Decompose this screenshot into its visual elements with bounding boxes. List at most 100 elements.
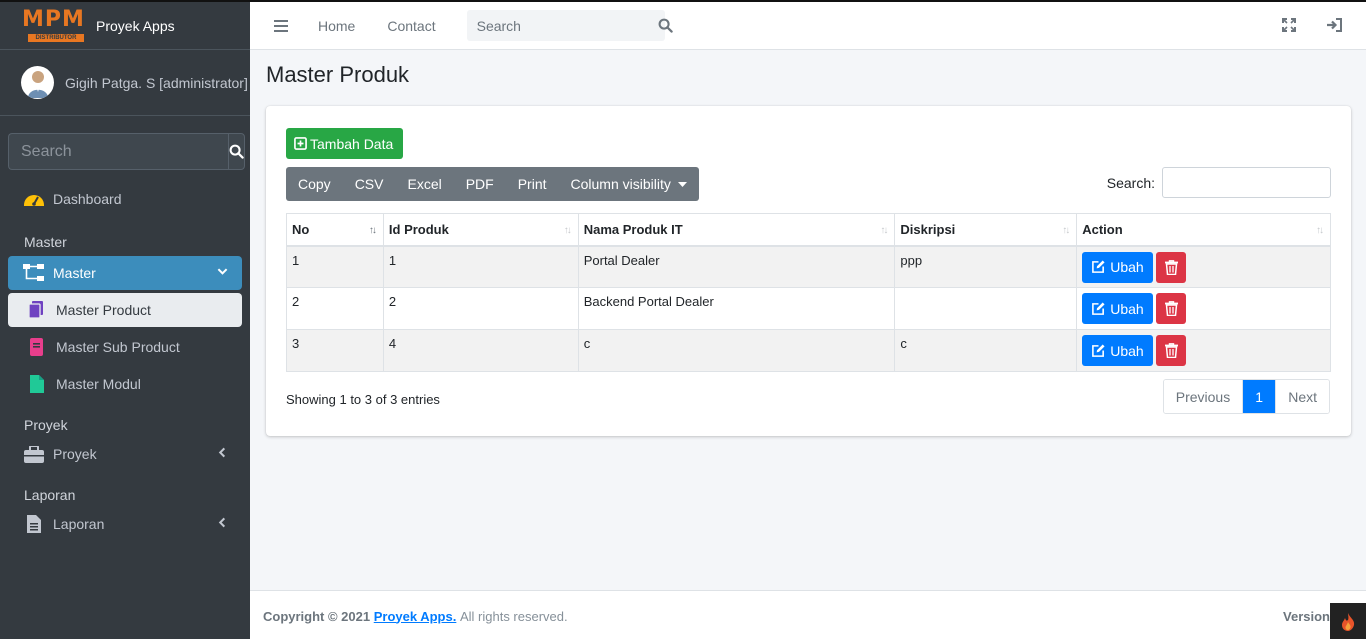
brand-link[interactable]: MPM DISTRIBUTOR Proyek Apps bbox=[0, 2, 250, 50]
table-row: 1 1 Portal Dealer ppp Ubah bbox=[286, 245, 1331, 288]
sidebar-item-label: Master Sub Product bbox=[56, 339, 180, 355]
delete-button[interactable] bbox=[1156, 293, 1187, 324]
sort-icon: ↑↓ bbox=[1316, 225, 1324, 236]
sign-in-icon[interactable] bbox=[1326, 18, 1342, 32]
column-header-id-produk[interactable]: Id Produk ↑↓ bbox=[382, 213, 579, 247]
top-search-input[interactable] bbox=[466, 10, 658, 41]
user-panel[interactable]: Gigih Patga. S [administrator] bbox=[0, 50, 250, 116]
csv-button[interactable]: CSV bbox=[343, 167, 396, 201]
nav-link-contact[interactable]: Contact bbox=[387, 18, 435, 34]
cell-diskripsi bbox=[894, 287, 1078, 330]
menu-toggle-icon[interactable] bbox=[274, 19, 288, 32]
column-header-no[interactable]: No ↑↓ bbox=[286, 213, 384, 247]
cell-diskripsi: ppp bbox=[894, 245, 1078, 288]
column-visibility-button[interactable]: Column visibility bbox=[559, 167, 699, 201]
sidebar-item-label: Master Product bbox=[56, 302, 151, 318]
cell-id-produk: 4 bbox=[382, 329, 579, 372]
nav-link-home[interactable]: Home bbox=[318, 18, 355, 34]
user-name: Gigih Patga. S [administrator] bbox=[65, 74, 248, 91]
add-data-button[interactable]: Tambah Data bbox=[286, 128, 404, 159]
cell-id-produk: 1 bbox=[382, 245, 579, 288]
file-icon bbox=[26, 374, 48, 394]
previous-page-button[interactable]: Previous bbox=[1163, 380, 1243, 413]
sidebar: MPM DISTRIBUTOR Proyek Apps Gigih Patga.… bbox=[0, 2, 250, 639]
fullscreen-icon[interactable] bbox=[1282, 18, 1296, 32]
column-header-action[interactable]: Action ↑↓ bbox=[1076, 213, 1331, 247]
sidebar-search-input[interactable] bbox=[8, 133, 228, 170]
master-submenu: Master Product Master Sub Product Master… bbox=[0, 293, 250, 401]
file-alt-icon bbox=[23, 514, 45, 534]
add-data-label: Tambah Data bbox=[310, 135, 394, 152]
table-row: 2 2 Backend Portal Dealer Ubah bbox=[286, 287, 1331, 330]
print-button[interactable]: Print bbox=[506, 167, 559, 201]
pagination: Previous 1 Next bbox=[1162, 379, 1330, 414]
top-search-button[interactable] bbox=[658, 10, 673, 41]
sidebar-item-label: Laporan bbox=[53, 516, 105, 532]
table-search: Search: bbox=[1107, 167, 1331, 198]
nav-header-proyek: Proyek bbox=[24, 417, 68, 433]
edit-button[interactable]: Ubah bbox=[1082, 251, 1153, 283]
rights-text: All rights reserved. bbox=[459, 608, 568, 624]
search-icon bbox=[229, 144, 244, 159]
column-header-nama-produk[interactable]: Nama Produk IT ↑↓ bbox=[577, 213, 896, 247]
avatar bbox=[21, 66, 54, 99]
next-page-button[interactable]: Next bbox=[1275, 380, 1329, 413]
app-name: Proyek Apps bbox=[96, 17, 175, 34]
excel-button[interactable]: Excel bbox=[395, 167, 453, 201]
header-label: Nama Produk IT bbox=[583, 221, 683, 237]
search-icon bbox=[658, 18, 673, 33]
product-table: No ↑↓ Id Produk ↑↓ Nama Produk IT ↑↓ Diskri… bbox=[286, 213, 1331, 372]
sort-icon: ↑↓ bbox=[1062, 225, 1070, 236]
table-search-label: Search: bbox=[1106, 174, 1155, 191]
flame-icon[interactable] bbox=[1330, 603, 1366, 639]
column-header-diskripsi[interactable]: Diskripsi ↑↓ bbox=[894, 213, 1078, 247]
sidebar-item-master-product[interactable]: Master Product bbox=[8, 293, 242, 327]
edit-label: Ubah bbox=[1110, 300, 1144, 317]
sidebar-item-dashboard[interactable]: Dashboard bbox=[8, 182, 242, 216]
chevron-left-icon bbox=[218, 447, 226, 458]
sidebar-item-laporan[interactable]: Laporan bbox=[8, 507, 242, 541]
top-right-icons bbox=[1282, 18, 1342, 32]
edit-button[interactable]: Ubah bbox=[1082, 335, 1153, 366]
table-header-row: No ↑↓ Id Produk ↑↓ Nama Produk IT ↑↓ Diskri… bbox=[286, 213, 1331, 247]
pdf-button[interactable]: PDF bbox=[454, 167, 506, 201]
cell-nama-produk: Portal Dealer bbox=[577, 245, 896, 288]
copy-icon bbox=[26, 300, 48, 320]
header-label: Id Produk bbox=[388, 221, 449, 237]
sidebar-item-proyek[interactable]: Proyek bbox=[8, 437, 242, 471]
chevron-down-icon bbox=[217, 268, 228, 275]
header-label: Diskripsi bbox=[900, 221, 956, 237]
edit-button[interactable]: Ubah bbox=[1082, 293, 1153, 324]
brand-logo: MPM DISTRIBUTOR bbox=[22, 7, 88, 45]
table-search-input[interactable] bbox=[1162, 167, 1331, 198]
cell-nama-produk: Backend Portal Dealer bbox=[577, 287, 896, 330]
nav-header-laporan: Laporan bbox=[24, 487, 76, 503]
sidebar-search bbox=[8, 133, 245, 170]
copy-button[interactable]: Copy bbox=[286, 167, 343, 201]
cell-no: 2 bbox=[286, 287, 384, 330]
delete-button[interactable] bbox=[1156, 335, 1187, 366]
trash-icon bbox=[1164, 259, 1178, 275]
sidebar-item-master[interactable]: Master bbox=[8, 256, 242, 290]
cell-action: Ubah bbox=[1076, 287, 1331, 330]
product-card: Tambah Data Copy CSV Excel PDF Print Col… bbox=[266, 106, 1351, 436]
cell-nama-produk: c bbox=[577, 329, 896, 372]
table-row: 3 4 c c Ubah bbox=[286, 329, 1331, 372]
table-info: Showing 1 to 3 of 3 entries bbox=[286, 392, 440, 407]
sidebar-search-button[interactable] bbox=[228, 133, 245, 170]
sort-icon: ↑↓ bbox=[880, 225, 888, 236]
caret-down-icon bbox=[677, 182, 687, 188]
sidebar-item-master-modul[interactable]: Master Modul bbox=[8, 367, 242, 401]
header-label: No bbox=[292, 221, 310, 237]
footer-brand-link[interactable]: Proyek Apps. bbox=[374, 609, 457, 624]
delete-button[interactable] bbox=[1156, 251, 1187, 283]
cell-id-produk: 2 bbox=[382, 287, 579, 330]
sidebar-item-label: Dashboard bbox=[53, 191, 122, 207]
plus-square-icon bbox=[294, 137, 307, 150]
logo-text: MPM bbox=[22, 6, 85, 32]
sidebar-item-master-sub-product[interactable]: Master Sub Product bbox=[8, 330, 242, 364]
briefcase-icon bbox=[23, 444, 45, 464]
version-label: Version bbox=[1283, 608, 1330, 624]
edit-icon bbox=[1092, 343, 1105, 357]
page-button-current[interactable]: 1 bbox=[1242, 380, 1276, 413]
